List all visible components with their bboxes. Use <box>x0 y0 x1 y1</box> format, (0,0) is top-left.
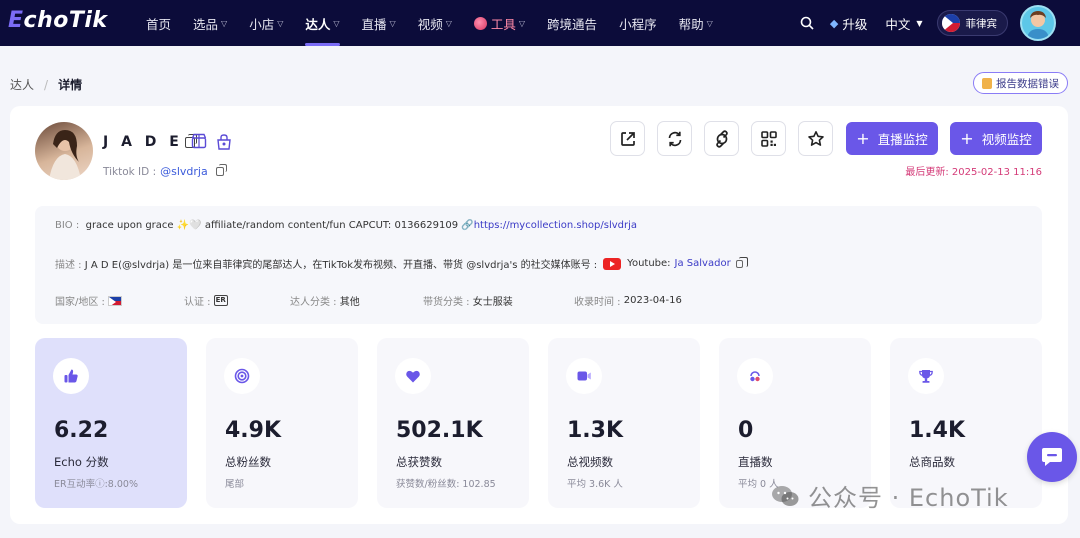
breadcrumb: 达人 / 详情 <box>10 76 82 93</box>
upgrade-button[interactable]: ◆ 升级 <box>830 14 867 33</box>
nav-right: ◆ 升级 中文 ▼ 菲律宾 <box>800 0 1056 46</box>
refresh-button[interactable] <box>657 121 692 156</box>
copy-icon[interactable] <box>735 256 748 268</box>
meta-collected-date: 收录时间 : 2023-04-16 <box>574 295 682 308</box>
breadcrumb-current: 详情 <box>58 78 83 92</box>
live-monitor-button[interactable]: + 直播监控 <box>846 122 938 155</box>
plus-icon: + <box>856 129 870 148</box>
chevron-down-icon: ▽ <box>389 18 396 28</box>
chevron-down-icon: ▽ <box>277 18 284 28</box>
link-icon <box>715 129 728 148</box>
creator-info-box: BIO : grace upon grace ✨🤍 affiliate/rand… <box>35 206 1042 324</box>
report-error-button[interactable]: 报告数据错误 <box>973 72 1068 94</box>
menu-item-tools[interactable]: 工具 ▽ <box>473 0 526 46</box>
youtube-link[interactable]: Ja Salvador <box>675 258 731 269</box>
breadcrumb-parent[interactable]: 达人 <box>10 76 34 93</box>
stat-card-likes[interactable]: 502.1K 总获赞数 获赞数/粉丝数: 102.85 <box>377 338 529 508</box>
chevron-down-icon: ▽ <box>221 18 228 28</box>
qr-code-icon <box>760 130 777 147</box>
menu-item-home[interactable]: 首页 <box>146 0 171 46</box>
thumbs-up-icon <box>53 358 89 394</box>
trophy-icon <box>908 358 944 394</box>
last-updated: 最后更新: 2025-02-13 11:16 <box>905 167 1042 178</box>
menu-item-announcements[interactable]: 跨境通告 <box>547 0 597 46</box>
creator-avatar <box>35 122 93 180</box>
caret-down-icon: ▼ <box>916 18 923 28</box>
philippines-flag-icon <box>107 295 122 306</box>
wechat-icon <box>772 485 799 506</box>
menu-item-shops[interactable]: 小店 ▽ <box>249 0 283 46</box>
stat-card-echo-score[interactable]: 6.22 Echo 分数 ER互动率ⓘ:8.00% <box>35 338 187 508</box>
menu-item-creators[interactable]: 达人 ▽ <box>305 0 340 46</box>
wechat-watermark: 公众号 · EchoTik <box>770 478 1009 513</box>
youtube-icon <box>603 257 622 270</box>
stat-card-followers[interactable]: 4.9K 总粉丝数 尾部 <box>206 338 358 508</box>
user-avatar[interactable] <box>1020 5 1056 41</box>
tools-icon <box>473 16 487 30</box>
chevron-down-icon: ▽ <box>706 18 713 28</box>
meta-category: 达人分类 : 其他 <box>290 297 360 308</box>
breadcrumb-separator: / <box>44 77 49 92</box>
search-icon[interactable] <box>800 16 814 30</box>
chevron-down-icon: ▽ <box>518 18 526 28</box>
meta-certification: 认证 : ER <box>184 295 228 308</box>
qr-code-button[interactable] <box>751 121 786 156</box>
main-menu: 首页 选品 ▽ 小店 ▽ 达人 ▽ 直播 ▽ 视频 ▽ 工具 ▽ 跨境通告 小程序 帮助 ▽ <box>146 0 735 46</box>
creator-detail-card: J A D E Tiktok ID : @slvdrja + 直播监控 + 视频监控 … <box>10 106 1068 524</box>
heart-icon <box>395 358 431 394</box>
tiktok-handle[interactable]: @slvdrja <box>160 165 208 178</box>
copy-link-button[interactable] <box>704 121 739 156</box>
report-icon <box>982 77 992 89</box>
plus-icon: + <box>960 129 974 148</box>
menu-item-help[interactable]: 帮助 ▽ <box>679 0 713 46</box>
shop-icon[interactable] <box>191 133 207 149</box>
menu-item-live[interactable]: 直播 ▽ <box>362 0 396 46</box>
open-external-button[interactable] <box>610 121 645 156</box>
external-link-icon <box>620 131 635 146</box>
shopping-bag-icon[interactable] <box>215 133 233 151</box>
target-icon <box>224 358 260 394</box>
philippines-flag-icon <box>941 14 960 32</box>
bio-link[interactable]: https://mycollection.shop/slvdrja <box>474 220 637 231</box>
diamond-icon: ◆ <box>829 16 839 30</box>
live-icon <box>737 358 773 394</box>
chevron-down-icon: ▽ <box>445 18 452 28</box>
menu-item-videos[interactable]: 视频 ▽ <box>418 0 452 46</box>
menu-item-miniprogram[interactable]: 小程序 <box>619 0 657 46</box>
menu-item-products[interactable]: 选品 ▽ <box>193 0 227 46</box>
meta-goods-category: 带货分类 : 女士服装 <box>423 297 513 308</box>
refresh-icon <box>668 131 681 146</box>
video-monitor-button[interactable]: + 视频监控 <box>950 122 1042 155</box>
meta-country: 国家/地区 : <box>55 293 122 308</box>
description-row: 描述 : J A D E(@slvdrja) 是一位来自菲律宾的尾部达人，在Ti… <box>55 256 748 271</box>
creator-name: J A D E <box>103 133 197 150</box>
language-select[interactable]: 中文 ▼ <box>885 14 922 33</box>
video-icon <box>566 358 602 394</box>
favorite-button[interactable] <box>798 121 833 156</box>
chat-support-button[interactable] <box>1027 432 1077 482</box>
tiktok-id: Tiktok ID : @slvdrja <box>103 164 227 178</box>
chat-bubble-icon <box>1042 448 1062 466</box>
copy-handle-icon[interactable] <box>215 164 227 176</box>
echotik-logo[interactable]: EchoTik <box>8 8 108 33</box>
er-badge: ER <box>213 295 228 306</box>
star-icon <box>807 130 824 146</box>
country-selector[interactable]: 菲律宾 <box>936 10 1008 36</box>
chevron-down-icon: ▽ <box>333 18 340 28</box>
top-nav: EchoTik 首页 选品 ▽ 小店 ▽ 达人 ▽ 直播 ▽ 视频 ▽ 工具 ▽ 跨境通告 … <box>0 0 1080 46</box>
stat-card-videos[interactable]: 1.3K 总视频数 平均 3.6K 人 <box>548 338 700 508</box>
bio-row: BIO : grace upon grace ✨🤍 affiliate/rand… <box>55 220 638 231</box>
